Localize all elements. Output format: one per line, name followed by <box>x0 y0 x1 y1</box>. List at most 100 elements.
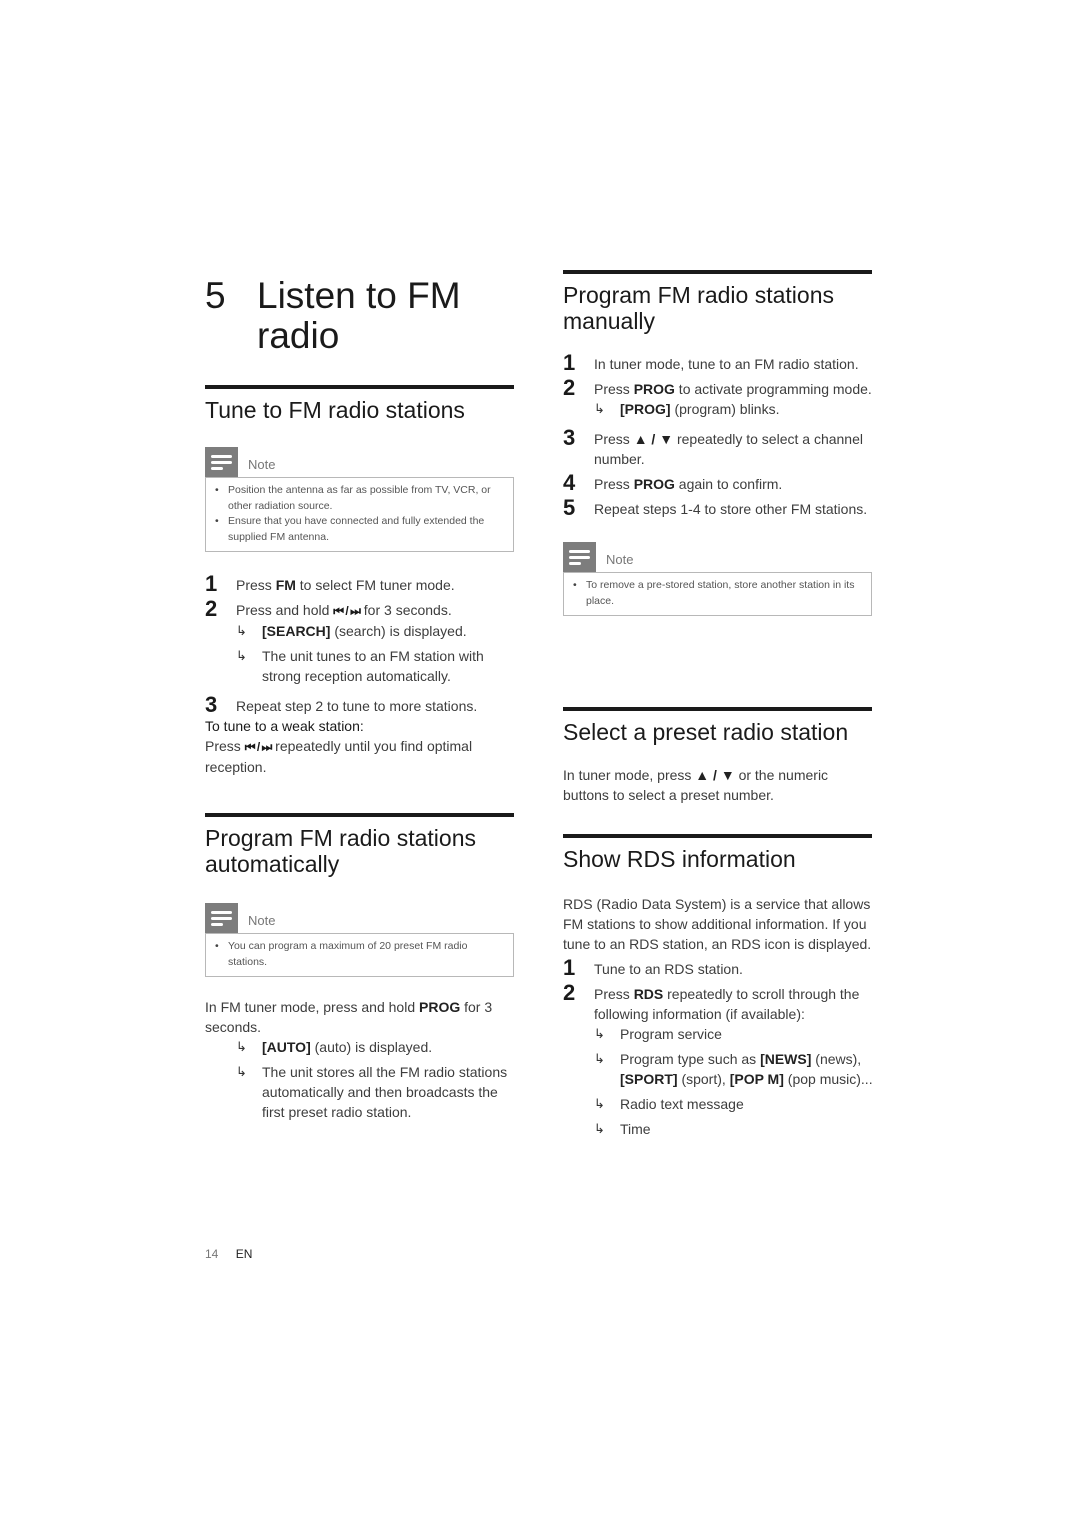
result-item: ↳ Time <box>563 1119 873 1139</box>
step-text: to activate programming mode. <box>674 381 872 397</box>
step-text: Press and hold <box>236 602 334 618</box>
step-number: 5 <box>563 495 576 520</box>
section-rule <box>563 834 872 838</box>
note-lines-icon <box>205 447 238 477</box>
step-item: 4 Press PROG again to confirm. <box>563 470 873 495</box>
result-text: (auto) is displayed. <box>310 1039 433 1055</box>
page-number: 14 <box>205 1247 219 1261</box>
note-header: Note <box>205 447 514 477</box>
step-text: In tuner mode, tune to an FM radio stati… <box>594 356 859 372</box>
result-text: Program type such as <box>620 1051 761 1067</box>
display-label: [NEWS] <box>760 1051 812 1067</box>
result-item: ↳ The unit tunes to an FM station with s… <box>205 646 515 686</box>
key-label: PROG <box>633 381 675 397</box>
step-number: 3 <box>563 425 576 450</box>
display-label: [PROG] <box>620 401 671 417</box>
note-header: Note <box>563 542 872 572</box>
note-label: Note <box>606 551 634 567</box>
weak-station-heading: To tune to a weak station: <box>205 718 364 734</box>
result-text: The unit tunes to an FM station with str… <box>262 648 484 684</box>
auto-intro: In FM tuner mode, press and hold PROG fo… <box>205 997 515 1037</box>
result-item: ↳ Program service <box>563 1024 873 1044</box>
steps-list: 1 In tuner mode, tune to an FM radio sta… <box>563 351 873 520</box>
result-item: ↳ The unit stores all the FM radio stati… <box>205 1062 515 1122</box>
step-number: 1 <box>205 571 218 596</box>
result-text: Program service <box>620 1026 722 1042</box>
chapter-title-text: Listen to FM radio <box>257 275 461 356</box>
language-code: EN <box>235 1247 253 1261</box>
page-footer: 14 EN <box>205 1247 252 1261</box>
step-text: Press <box>594 986 634 1002</box>
note-label: Note <box>248 456 276 472</box>
step-number: 2 <box>563 980 576 1005</box>
result-arrow-icon: ↳ <box>236 1039 247 1054</box>
step-number: 2 <box>563 375 576 400</box>
result-text: Time <box>620 1121 651 1137</box>
note-item: To remove a pre-stored station, store an… <box>572 578 863 609</box>
text: In FM tuner mode, press and hold <box>205 999 419 1015</box>
section-heading: Program FM radio stations manually <box>563 282 834 334</box>
section-rule <box>205 813 514 817</box>
note-box: Note You can program a maximum of 20 pre… <box>205 903 514 977</box>
result-arrow-icon: ↳ <box>236 623 247 638</box>
result-item: ↳ [SEARCH] (search) is displayed. <box>205 621 515 641</box>
step-item: 3 Repeat step 2 to tune to more stations… <box>205 693 515 717</box>
section-preset: Select a preset radio station In tuner m… <box>563 707 873 805</box>
note-item: Position the antenna as far as possible … <box>214 483 505 514</box>
result-item: ↳ [AUTO] (auto) is displayed. <box>205 1037 515 1057</box>
step-item: 1 Tune to an RDS station. <box>563 956 873 980</box>
result-arrow-icon: ↳ <box>236 648 247 663</box>
key-label: PROG <box>419 999 461 1015</box>
step-item: 5 Repeat steps 1-4 to store other FM sta… <box>563 495 873 520</box>
result-text: The unit stores all the FM radio station… <box>262 1064 508 1120</box>
rds-intro: RDS (Radio Data System) is a service tha… <box>563 896 872 952</box>
key-label: PROG <box>633 476 675 492</box>
section-heading: Program FM radio stations automatically <box>205 825 476 877</box>
key-label: RDS <box>633 986 664 1002</box>
steps-list: 1 Press FM to select FM tuner mode. 2 Pr… <box>205 571 515 777</box>
result-item: ↳ [PROG] (program) blinks. <box>563 399 873 419</box>
display-label: [SPORT] <box>620 1071 678 1087</box>
result-text: (search) is displayed. <box>330 623 467 639</box>
result-item: ↳ Program type such as [NEWS] (news), [S… <box>563 1049 873 1089</box>
result-text: (sport), <box>677 1071 730 1087</box>
step-text: Repeat steps 1-4 to store other FM stati… <box>594 501 868 517</box>
up-down-icon: ▲ / ▼ <box>633 431 674 447</box>
result-arrow-icon: ↳ <box>594 1121 605 1136</box>
result-text: (program) blinks. <box>670 401 780 417</box>
section-rule <box>563 707 872 711</box>
prev-next-icon: ⏮ / ⏭ <box>244 740 273 754</box>
text: Press <box>205 738 245 754</box>
section-heading: Show RDS information <box>563 846 796 872</box>
step-text: Press <box>594 431 634 447</box>
note-header: Note <box>205 903 514 933</box>
result-arrow-icon: ↳ <box>236 1064 247 1079</box>
section-tune: Tune to FM radio stations Note Position … <box>205 385 515 777</box>
step-item: 3 Press ▲ / ▼ repeatedly to select a cha… <box>563 425 873 469</box>
section-auto: Program FM radio stations automatically … <box>205 813 515 1122</box>
step-text: to select FM tuner mode. <box>295 577 455 593</box>
result-text: (news), <box>811 1051 862 1067</box>
weak-station-text: Press ⏮ / ⏭ repeatedly until you find op… <box>205 736 515 777</box>
display-label: [SEARCH] <box>262 623 331 639</box>
section-rule <box>563 270 872 274</box>
step-number: 2 <box>205 596 218 621</box>
step-text: Press <box>594 381 634 397</box>
step-text: Press <box>594 476 634 492</box>
manual-page: 5 Listen to FM radio Tune to FM radio st… <box>0 0 1080 1528</box>
note-item: Ensure that you have connected and fully… <box>214 514 505 545</box>
result-arrow-icon: ↳ <box>594 1026 605 1041</box>
result-arrow-icon: ↳ <box>594 1051 605 1066</box>
step-item: 2 Press RDS repeatedly to scroll through… <box>563 980 873 1024</box>
note-box: Note To remove a pre-stored station, sto… <box>563 542 872 616</box>
step-text: Press <box>236 577 276 593</box>
display-label: [POP M] <box>729 1071 784 1087</box>
prev-next-icon: ⏮ / ⏭ <box>333 604 361 618</box>
section-rds: Show RDS information RDS (Radio Data Sys… <box>563 834 873 1139</box>
key-label: FM <box>275 577 296 593</box>
step-number: 4 <box>563 470 576 495</box>
note-body: To remove a pre-stored station, store an… <box>563 572 872 616</box>
note-lines-icon <box>205 903 238 933</box>
display-label: [AUTO] <box>262 1039 311 1055</box>
section-rule <box>205 385 514 389</box>
